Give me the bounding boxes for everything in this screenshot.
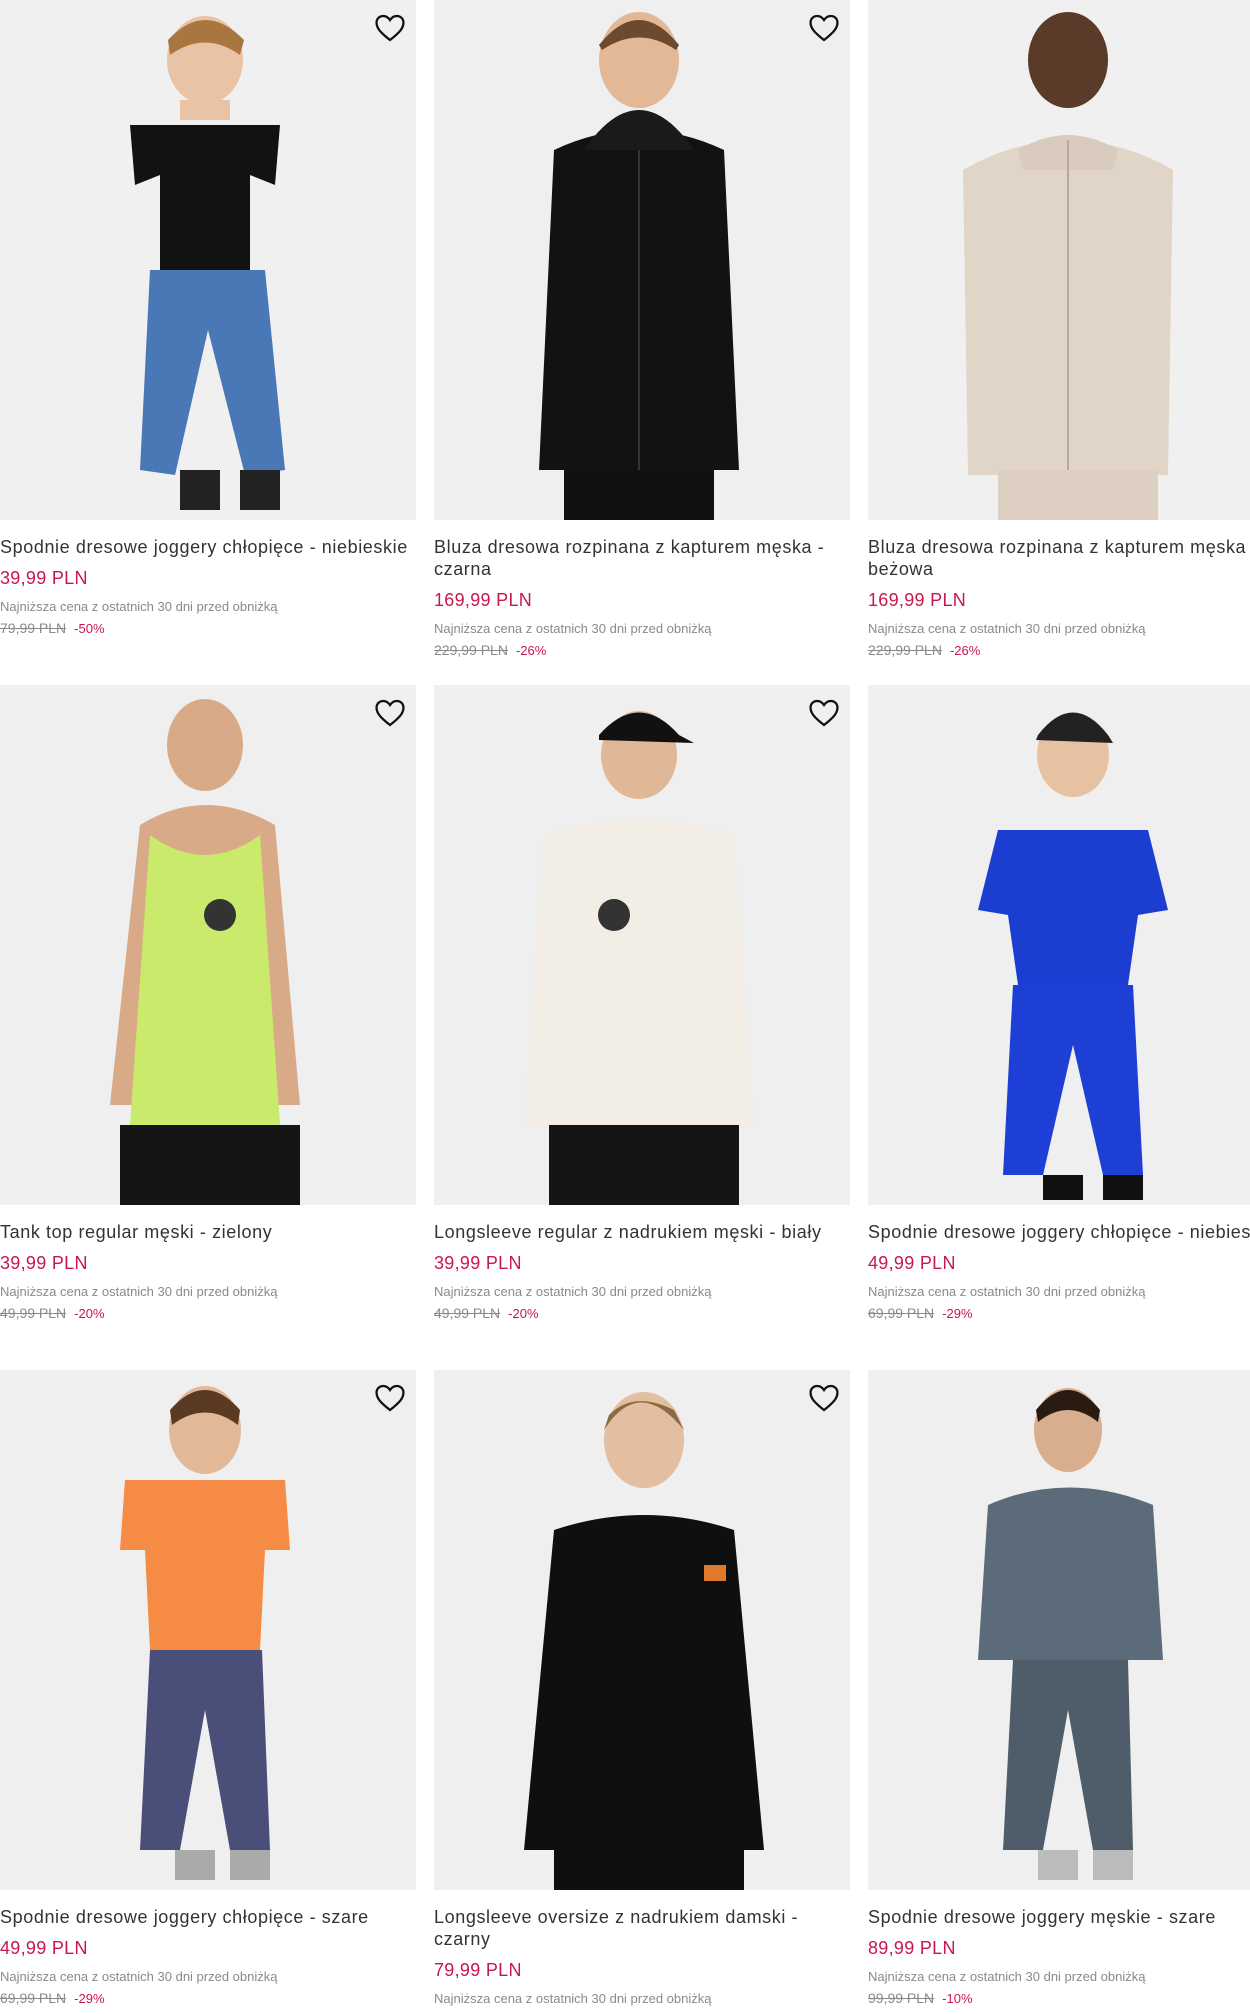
product-price: 169,99 PLN [868,590,967,610]
product-card[interactable]: Spodnie dresowe joggery chłopięce - nieb… [868,685,1250,1323]
discount-badge: -10% [942,1991,973,2006]
product-price: 39,99 PLN [434,1253,522,1273]
product-price: 89,99 PLN [868,1938,956,1958]
product-card[interactable]: Spodnie dresowe joggery chłopięce - szar… [0,1370,416,2008]
product-image[interactable] [868,685,1250,1205]
discount-badge: -20% [508,1306,539,1321]
product-price: 79,99 PLN [434,1960,522,1980]
old-price: 69,99 PLN [0,1990,67,2006]
product-image[interactable] [0,0,416,520]
product-name[interactable]: Tank top regular męski - zielony [0,1221,420,1243]
old-price-row: 229,99 PLN -26% [434,641,850,660]
product-price: 39,99 PLN [0,568,88,588]
product-card[interactable]: Longsleeve oversize z nadrukiem damski -… [434,1370,850,2007]
product-card[interactable]: Spodnie dresowe joggery męskie - szare 8… [868,1370,1250,2008]
wishlist-heart-icon[interactable] [806,695,842,731]
product-photo [868,0,1250,520]
product-photo [0,0,416,520]
product-image[interactable] [868,1370,1250,1890]
discount-badge: -29% [74,1991,105,2006]
old-price: 69,99 PLN [868,1305,935,1321]
product-photo [0,1370,416,1890]
product-image[interactable] [434,1370,850,1890]
old-price-row: 79,99 PLN -50% [0,619,416,638]
product-photo [868,685,1250,1205]
wishlist-heart-icon[interactable] [372,10,408,46]
discount-badge: -29% [942,1306,973,1321]
product-card[interactable]: Bluza dresowa rozpinana z kapturem męska… [434,0,850,660]
lowest-price-label: Najniższa cena z ostatnich 30 dni przed … [434,1284,712,1299]
product-photo [434,0,850,520]
product-image[interactable] [868,0,1250,520]
product-name[interactable]: Bluza dresowa rozpinana z kapturem męska… [868,536,1250,580]
product-name[interactable]: Spodnie dresowe joggery chłopięce - szar… [0,1906,420,1928]
product-photo [434,685,850,1205]
old-price-row: 69,99 PLN -29% [868,1304,1250,1323]
discount-badge: -50% [74,621,105,636]
product-image[interactable] [434,685,850,1205]
lowest-price-label: Najniższa cena z ostatnich 30 dni przed … [868,621,1146,636]
product-photo [434,1370,850,1890]
product-image[interactable] [0,685,416,1205]
wishlist-heart-icon[interactable] [806,10,842,46]
product-name[interactable]: Longsleeve oversize z nadrukiem damski -… [434,1906,854,1950]
old-price: 49,99 PLN [0,1305,67,1321]
product-card[interactable]: Longsleeve regular z nadrukiem męski - b… [434,685,850,1323]
product-name[interactable]: Spodnie dresowe joggery chłopięce - nieb… [0,536,420,558]
old-price: 229,99 PLN [434,642,508,658]
lowest-price-label: Najniższa cena z ostatnich 30 dni przed … [434,1991,712,2006]
old-price-row: 69,99 PLN -29% [0,1989,416,2008]
lowest-price-label: Najniższa cena z ostatnich 30 dni przed … [0,599,278,614]
product-card[interactable]: Tank top regular męski - zielony 39,99 P… [0,685,416,1323]
wishlist-heart-icon[interactable] [372,695,408,731]
product-image[interactable] [434,0,850,520]
discount-badge: -26% [949,643,981,658]
product-card[interactable]: Spodnie dresowe joggery chłopięce - nieb… [0,0,416,638]
product-photo [0,685,416,1205]
wishlist-heart-icon[interactable] [806,1380,842,1416]
old-price-row: 49,99 PLN -20% [0,1304,416,1323]
old-price: 49,99 PLN [434,1305,501,1321]
product-price: 49,99 PLN [868,1253,956,1273]
product-price: 39,99 PLN [0,1253,88,1273]
lowest-price-label: Najniższa cena z ostatnich 30 dni przed … [0,1284,278,1299]
old-price-row: 49,99 PLN -20% [434,1304,850,1323]
lowest-price-label: Najniższa cena z ostatnich 30 dni przed … [868,1284,1146,1299]
product-photo [868,1370,1250,1890]
wishlist-heart-icon[interactable] [372,1380,408,1416]
product-name[interactable]: Spodnie dresowe joggery chłopięce - nieb… [868,1221,1250,1243]
product-name[interactable]: Bluza dresowa rozpinana z kapturem męska… [434,536,854,580]
product-price: 169,99 PLN [434,590,533,610]
old-price: 99,99 PLN [868,1990,935,2006]
lowest-price-label: Najniższa cena z ostatnich 30 dni przed … [868,1969,1146,1984]
product-price: 49,99 PLN [0,1938,88,1958]
product-name[interactable]: Longsleeve regular z nadrukiem męski - b… [434,1221,854,1243]
lowest-price-label: Najniższa cena z ostatnich 30 dni przed … [0,1969,278,1984]
old-price: 79,99 PLN [0,620,67,636]
old-price-row: 229,99 PLN -26% [868,641,1250,660]
old-price: 229,99 PLN [868,642,942,658]
product-image[interactable] [0,1370,416,1890]
discount-badge: -26% [515,643,547,658]
lowest-price-label: Najniższa cena z ostatnich 30 dni przed … [434,621,712,636]
discount-badge: -20% [74,1306,105,1321]
old-price-row: 99,99 PLN -10% [868,1989,1250,2008]
product-name[interactable]: Spodnie dresowe joggery męskie - szare [868,1906,1250,1928]
product-card[interactable]: Bluza dresowa rozpinana z kapturem męska… [868,0,1250,660]
